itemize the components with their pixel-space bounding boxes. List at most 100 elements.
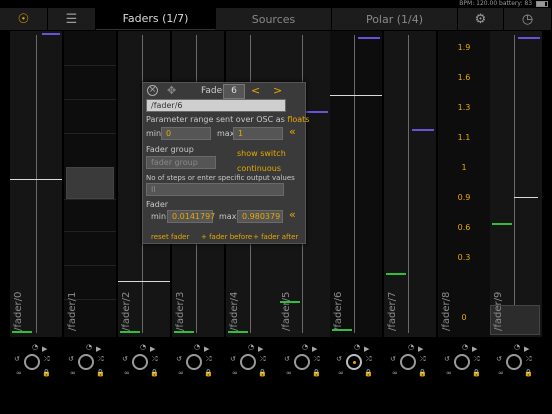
move-icon[interactable]: ✥ (167, 84, 176, 97)
play-icon[interactable]: ▶ (524, 346, 529, 353)
link-icon[interactable]: ∞ (124, 370, 130, 377)
lock-icon[interactable]: 🔒 (312, 370, 321, 377)
show-switch-toggle[interactable]: show switch (237, 149, 286, 158)
play-icon[interactable]: ▶ (204, 346, 209, 353)
reset-icon[interactable]: ↺ (14, 356, 20, 363)
reset-icon[interactable]: ↺ (68, 356, 74, 363)
lock-icon[interactable]: 🔒 (524, 370, 533, 377)
fader-knob-icon[interactable] (186, 354, 202, 370)
random-icon[interactable]: ⤮ (44, 356, 50, 363)
range-mode-toggle[interactable]: floats (287, 115, 309, 124)
random-icon[interactable]: ⤮ (152, 356, 158, 363)
random-icon[interactable]: ⤮ (366, 356, 372, 363)
fader-knob-icon[interactable] (132, 354, 148, 370)
steps-field[interactable]: II (146, 183, 284, 196)
fader-collapse-button[interactable]: « (289, 208, 296, 221)
random-icon[interactable]: ⤮ (260, 356, 266, 363)
close-icon[interactable]: × (147, 85, 158, 96)
clock-icon[interactable]: ◔ (194, 344, 200, 351)
random-icon[interactable]: ⤮ (206, 356, 212, 363)
link-icon[interactable]: ∞ (16, 370, 22, 377)
fader-knob-icon[interactable] (346, 354, 362, 370)
tab-polar[interactable]: Polar (1/4) (332, 8, 458, 30)
reset-icon[interactable]: ↺ (122, 356, 128, 363)
prev-fader-button[interactable]: < (251, 84, 260, 97)
play-icon[interactable]: ▶ (472, 346, 477, 353)
fader-max-field[interactable]: 0.980379 (237, 210, 283, 223)
random-icon[interactable]: ⤮ (526, 356, 532, 363)
random-icon[interactable]: ⤮ (98, 356, 104, 363)
lock-icon[interactable]: 🔒 (150, 370, 159, 377)
fader-strip[interactable]: /fader/0 (10, 31, 62, 337)
play-icon[interactable]: ▶ (42, 346, 47, 353)
fader-switch[interactable] (66, 167, 114, 199)
random-icon[interactable]: ⤮ (314, 356, 320, 363)
reset-icon[interactable]: ↺ (284, 356, 290, 363)
osc-path-field[interactable]: /fader/6 (146, 99, 286, 112)
fader-control[interactable]: ◔ ▶ ↺ ⤮ ∞ 🔒 (12, 344, 56, 384)
fader-control[interactable]: ◔ ▶ ↺ ⤮ ∞ 🔒 (494, 344, 538, 384)
fader-control[interactable]: ◔ ▶ ↺ ⤮ ∞ 🔒 (442, 344, 486, 384)
fader-handle[interactable] (118, 281, 170, 282)
random-icon[interactable]: ⤮ (420, 356, 426, 363)
fader-knob-icon[interactable] (454, 354, 470, 370)
clock-icon[interactable]: ◔ (354, 344, 360, 351)
fader-strip[interactable]: /fader/6 (330, 31, 382, 337)
range-max-field[interactable]: 1 (233, 127, 283, 140)
fader-handle[interactable] (514, 197, 538, 198)
fader-handle[interactable] (330, 95, 382, 96)
fader-knob-icon[interactable] (400, 354, 416, 370)
add-fader-before-button[interactable]: + fader before (201, 233, 252, 241)
clock-icon[interactable]: ◔ (86, 344, 92, 351)
fader-knob-icon[interactable] (506, 354, 522, 370)
link-icon[interactable]: ∞ (338, 370, 344, 377)
fader-knob-icon[interactable] (294, 354, 310, 370)
clock-icon[interactable]: ◔ (514, 344, 520, 351)
lock-icon[interactable]: 🔒 (364, 370, 373, 377)
tab-sources[interactable]: Sources (216, 8, 332, 30)
play-icon[interactable]: ▶ (312, 346, 317, 353)
clock-icon[interactable]: ◔ (462, 344, 468, 351)
play-icon[interactable]: ▶ (258, 346, 263, 353)
reset-fader-button[interactable]: reset fader (151, 233, 189, 241)
fader-number-field[interactable]: 6 (223, 84, 245, 99)
fader-control[interactable]: ◔ ▶ ↺ ⤮ ∞ 🔒 (66, 344, 110, 384)
fader-control[interactable]: ◔ ▶ ↺ ⤮ ∞ 🔒 (120, 344, 164, 384)
fader-knob-icon[interactable] (78, 354, 94, 370)
play-icon[interactable]: ▶ (418, 346, 423, 353)
fader-min-field[interactable]: 0.0141797 (167, 210, 215, 223)
lock-icon[interactable]: 🔒 (96, 370, 105, 377)
range-min-field[interactable]: 0 (161, 127, 211, 140)
tab-settings[interactable]: ⚙ (458, 8, 504, 30)
lock-icon[interactable]: 🔒 (42, 370, 51, 377)
lock-icon[interactable]: 🔒 (258, 370, 267, 377)
fader-control[interactable]: ◔ ▶ ↺ ⤮ ∞ 🔒 (228, 344, 272, 384)
play-icon[interactable]: ▶ (96, 346, 101, 353)
reset-icon[interactable]: ↺ (176, 356, 182, 363)
range-collapse-button[interactable]: « (289, 125, 296, 138)
fader-handle[interactable] (10, 179, 62, 180)
link-icon[interactable]: ∞ (178, 370, 184, 377)
fader-knob-icon[interactable] (240, 354, 256, 370)
play-icon[interactable]: ▶ (150, 346, 155, 353)
tab-main-menu[interactable]: ☉ (0, 8, 48, 30)
lock-icon[interactable]: 🔒 (472, 370, 481, 377)
add-fader-after-button[interactable]: + fader after (253, 233, 298, 241)
fader-control-selected[interactable]: ◔ ▶ ↺ ⤮ ∞ 🔒 (334, 344, 378, 384)
fader-knob-icon[interactable] (24, 354, 40, 370)
fader-group-field[interactable]: fader group (146, 156, 216, 169)
fader-strip[interactable]: /fader/1 (64, 31, 116, 337)
fader-control[interactable]: ◔ ▶ ↺ ⤮ ∞ 🔒 (388, 344, 432, 384)
link-icon[interactable]: ∞ (392, 370, 398, 377)
tab-sliders[interactable]: ☰ (48, 8, 96, 30)
tab-faders[interactable]: Faders (1/7) (96, 8, 216, 30)
lock-icon[interactable]: 🔒 (204, 370, 213, 377)
reset-icon[interactable]: ↺ (336, 356, 342, 363)
clock-icon[interactable]: ◔ (408, 344, 414, 351)
clock-icon[interactable]: ◔ (32, 344, 38, 351)
reset-icon[interactable]: ↺ (230, 356, 236, 363)
link-icon[interactable]: ∞ (446, 370, 452, 377)
reset-icon[interactable]: ↺ (390, 356, 396, 363)
link-icon[interactable]: ∞ (498, 370, 504, 377)
fader-control[interactable]: ◔ ▶ ↺ ⤮ ∞ 🔒 (174, 344, 218, 384)
